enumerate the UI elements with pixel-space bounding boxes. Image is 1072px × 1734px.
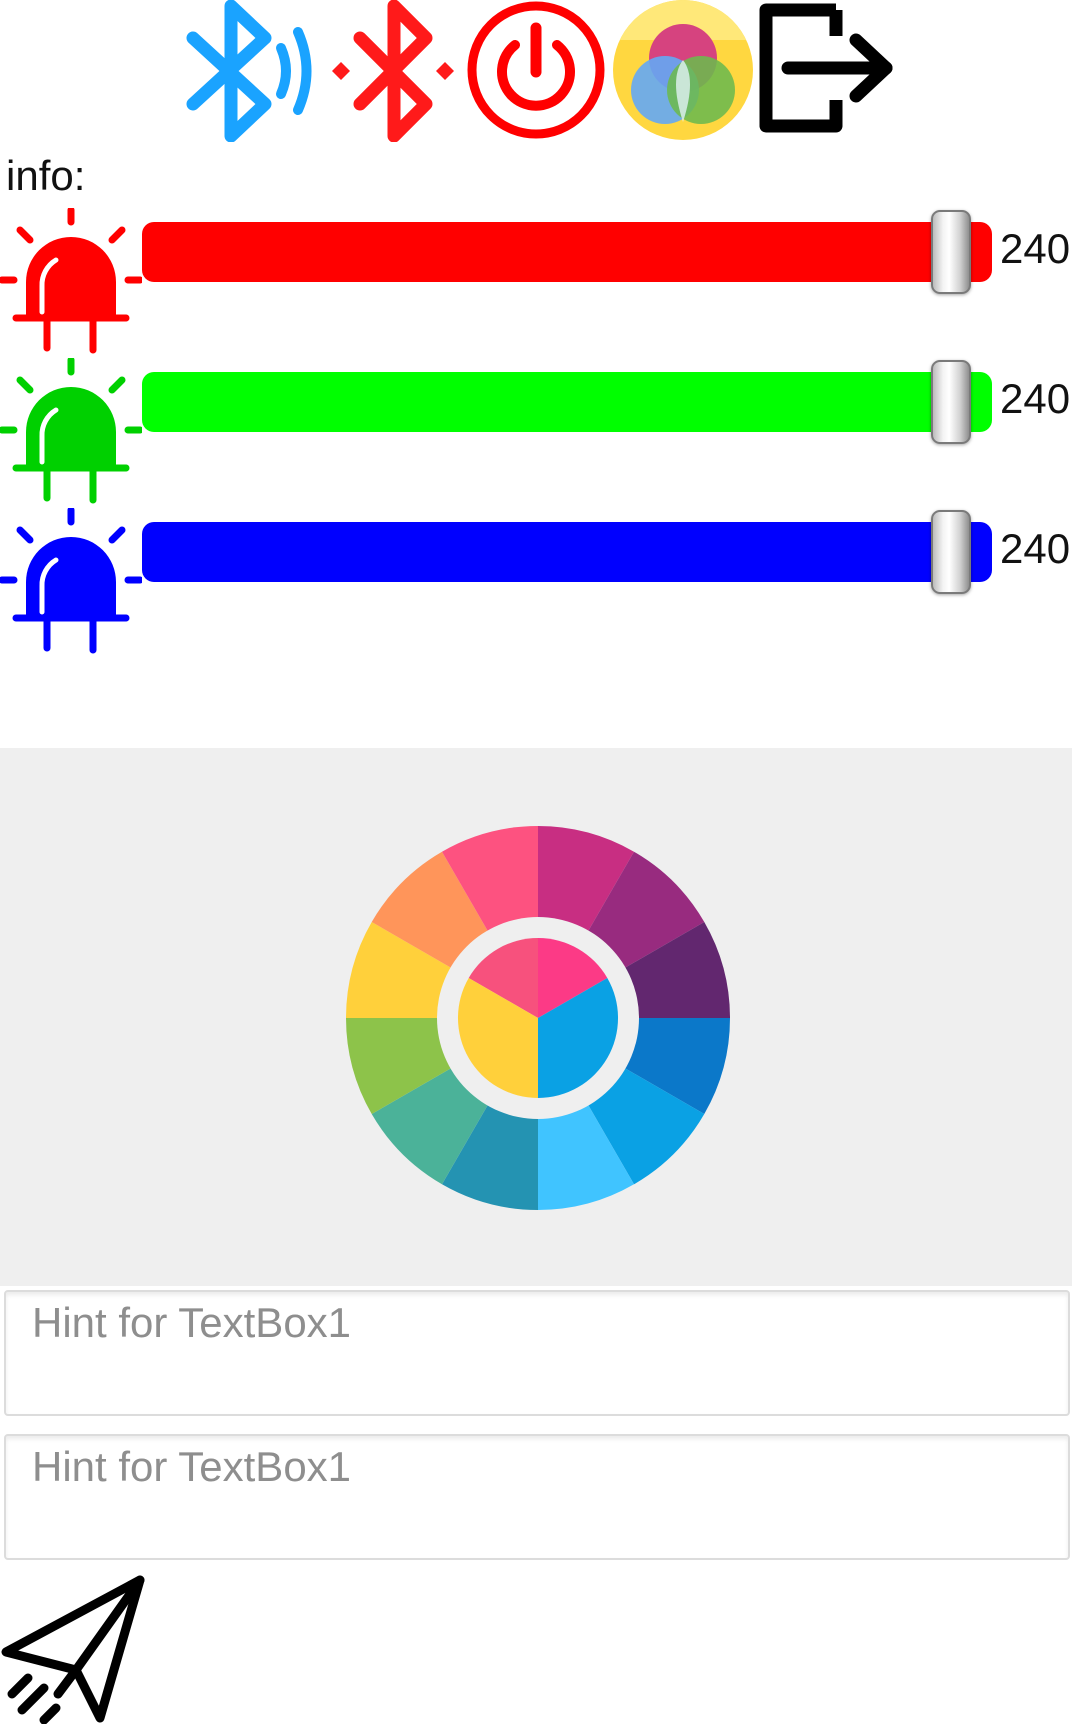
led-red-icon bbox=[0, 208, 142, 354]
bluetooth-disconnect-icon[interactable] bbox=[326, 0, 461, 142]
color-mixer-icon[interactable] bbox=[611, 0, 755, 142]
textbox-1[interactable] bbox=[4, 1290, 1070, 1416]
green-slider-track[interactable] bbox=[142, 372, 992, 432]
power-icon[interactable] bbox=[462, 0, 610, 142]
blue-slider-thumb[interactable] bbox=[931, 510, 971, 594]
blue-value: 240 bbox=[1000, 525, 1071, 572]
red-slider-track[interactable] bbox=[142, 222, 992, 282]
green-slider-row: 240 bbox=[0, 358, 1072, 508]
bluetooth-searching-icon[interactable] bbox=[183, 0, 318, 142]
red-slider-row: 240 bbox=[0, 208, 1072, 358]
red-value: 240 bbox=[1000, 225, 1071, 272]
textbox-2[interactable] bbox=[4, 1434, 1070, 1560]
color-wheel-icon[interactable] bbox=[346, 826, 730, 1210]
info-label: info: bbox=[6, 152, 86, 199]
color-wheel-panel bbox=[0, 748, 1072, 1286]
led-blue-icon bbox=[0, 508, 142, 654]
blue-slider-row: 240 bbox=[0, 508, 1072, 658]
toolbar bbox=[0, 0, 1072, 145]
blue-slider-track[interactable] bbox=[142, 522, 992, 582]
green-slider-thumb[interactable] bbox=[931, 360, 971, 444]
paper-plane-send-icon[interactable] bbox=[0, 1574, 150, 1724]
red-slider-thumb[interactable] bbox=[931, 210, 971, 294]
green-value: 240 bbox=[1000, 375, 1071, 422]
logout-icon[interactable] bbox=[756, 0, 896, 142]
led-green-icon bbox=[0, 358, 142, 504]
